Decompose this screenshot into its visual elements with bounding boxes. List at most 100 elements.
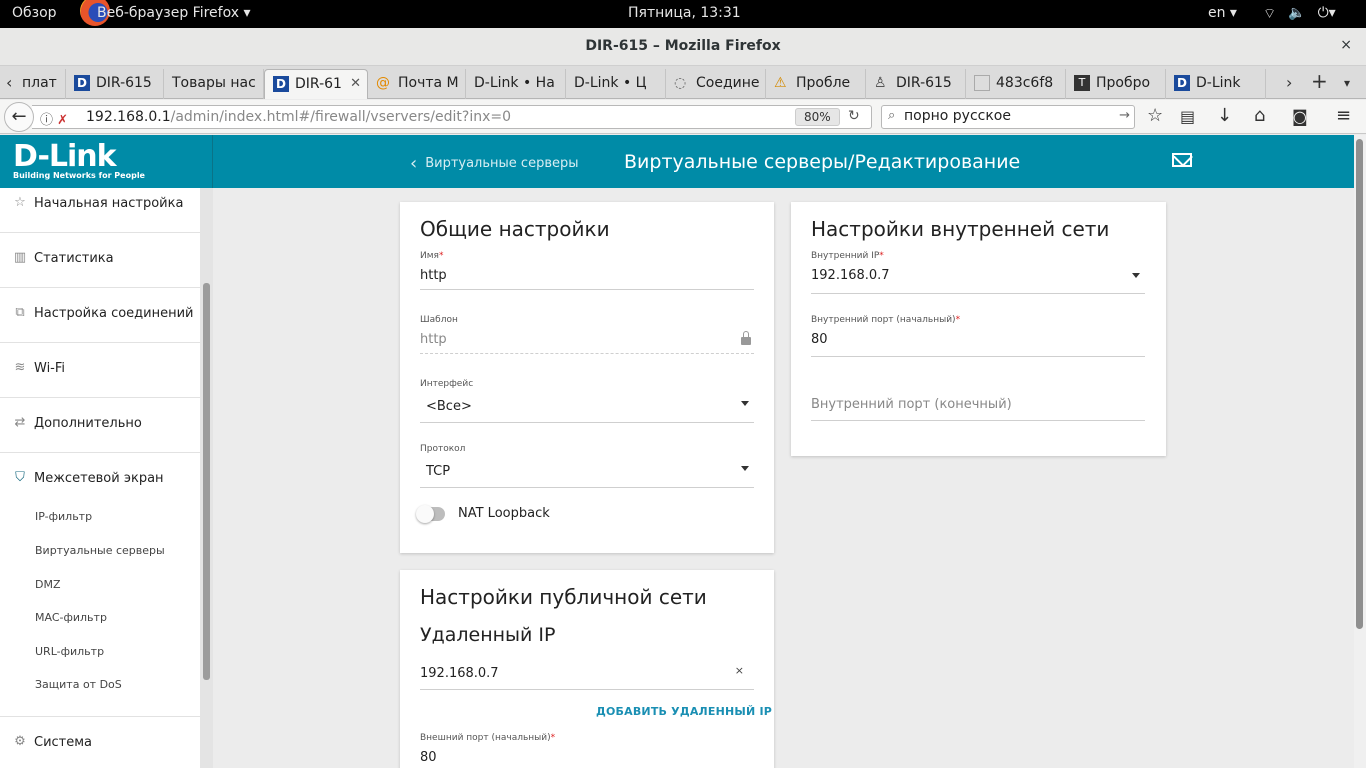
- tab[interactable]: D D-Link: [1166, 69, 1266, 99]
- url-text[interactable]: 192.168.0.1/admin/index.html#/firewall/v…: [86, 109, 511, 125]
- internal-network-card: Настройки внутренней сети Внутренний IP*…: [791, 202, 1166, 456]
- sidebar-item-wifi[interactable]: ≋ Wi-Fi: [0, 343, 200, 398]
- tab-list-icon[interactable]: ▾: [1344, 76, 1350, 90]
- tab[interactable]: Товары нас: [164, 69, 264, 99]
- sidebar-item-label: Статистика: [34, 251, 114, 266]
- chevron-left-icon: ‹: [410, 153, 418, 174]
- sidebar-item-connections[interactable]: ⧉ Настройка соединений: [0, 288, 200, 343]
- tab[interactable]: T Пробро: [1066, 69, 1166, 99]
- shield-icon: ⛉: [15, 470, 25, 485]
- tab-label: D-Link • Ha: [474, 75, 555, 91]
- tab[interactable]: 483c6f8: [966, 69, 1066, 99]
- tab[interactable]: ⚠ Пробле: [766, 69, 866, 99]
- tab-label: DIR-615: [96, 75, 152, 91]
- reading-list-icon[interactable]: ▤: [1180, 107, 1195, 126]
- home-icon[interactable]: ⌂: [1254, 105, 1265, 126]
- sidebar-scrollbar[interactable]: [200, 188, 213, 768]
- tab[interactable]: D DIR-615: [66, 69, 164, 99]
- tab[interactable]: ◌ Соедине: [666, 69, 766, 99]
- field-underline: [420, 289, 754, 290]
- download-icon[interactable]: ↓: [1217, 105, 1232, 126]
- sidebar-item-system[interactable]: ⚙ Система: [0, 717, 200, 768]
- nat-loopback-toggle[interactable]: [416, 505, 445, 523]
- sidebar-item-initial-setup[interactable]: ☆ Начальная настройка: [0, 178, 200, 233]
- tab[interactable]: @ Почта M: [368, 69, 466, 99]
- sidebar-item-label: Начальная настройка: [34, 196, 184, 211]
- dlink-favicon-icon: D: [74, 75, 90, 91]
- wifi-icon: ≋: [14, 360, 26, 375]
- tab-label: DIR-61: [295, 76, 342, 92]
- internal-port-start-input[interactable]: 80: [811, 332, 828, 347]
- external-port-start-input[interactable]: 80: [420, 750, 437, 765]
- search-bar[interactable]: ⌕ →: [881, 105, 1135, 129]
- tab[interactable]: ♙ DIR-615: [866, 69, 966, 99]
- window-close-button[interactable]: ×: [1340, 37, 1352, 53]
- back-button[interactable]: ←: [4, 102, 34, 132]
- sidebar-subitem-ip-filter[interactable]: IP-фильтр: [35, 510, 92, 523]
- required-marker: *: [879, 251, 884, 261]
- back-arrow-icon: ←: [11, 106, 27, 127]
- dlink-favicon-icon: D: [273, 76, 289, 92]
- menu-icon[interactable]: ≡: [1336, 105, 1351, 126]
- reload-icon[interactable]: ↻: [848, 108, 860, 124]
- wifi-status-icon: ⌔: [1263, 6, 1277, 22]
- tab[interactable]: D-Link • Ha: [466, 69, 566, 99]
- window-title: DIR-615 – Mozilla Firefox: [585, 38, 781, 54]
- page-scroll-thumb[interactable]: [1356, 139, 1363, 629]
- page-viewport: D-Link Building Networks for People ‹ Вир…: [0, 135, 1354, 768]
- sidebar-subitem-virtual-servers[interactable]: Виртуальные серверы: [35, 544, 165, 557]
- clock[interactable]: Пятница, 13:31: [628, 5, 741, 21]
- system-status-menu[interactable]: ⌔ 🔈 ⏻▾: [1263, 5, 1336, 23]
- toggle-knob: [416, 505, 434, 523]
- mail-icon[interactable]: [1172, 153, 1192, 167]
- url-bar[interactable]: ⓘ ✗ 192.168.0.1/admin/index.html#/firewa…: [32, 105, 872, 129]
- new-tab-icon[interactable]: +: [1311, 69, 1328, 93]
- field-label: Внешний порт (начальный)*: [420, 733, 555, 743]
- search-go-icon[interactable]: →: [1119, 108, 1130, 123]
- sidebar-subitem-dmz[interactable]: DMZ: [35, 578, 61, 591]
- nat-loopback-label: NAT Loopback: [458, 506, 550, 521]
- sidebar-item-label: Дополнительно: [34, 416, 142, 431]
- sidebar-subitem-url-filter[interactable]: URL-фильтр: [35, 645, 104, 658]
- field-label: Шаблон: [420, 315, 458, 325]
- sidebar-item-label: Настройка соединений: [34, 306, 194, 321]
- sidebar-scroll-thumb[interactable]: [203, 283, 210, 680]
- zoom-indicator[interactable]: 80%: [795, 108, 840, 126]
- field-underline: [811, 293, 1145, 294]
- tab-label: Товары нас: [172, 75, 256, 91]
- add-remote-ip-button[interactable]: ДОБАВИТЬ УДАЛЕННЫЙ IP: [596, 705, 772, 718]
- template-value: http: [420, 332, 447, 347]
- activities-button[interactable]: Обзор: [12, 5, 57, 21]
- internal-port-end-input[interactable]: Внутренний порт (конечный): [811, 397, 1012, 412]
- tab-label: DIR-615: [896, 75, 952, 91]
- tab[interactable]: плат: [14, 69, 66, 99]
- field-label: Протокол: [420, 444, 466, 454]
- sidebar-item-advanced[interactable]: ⇄ Дополнительно: [0, 398, 200, 453]
- sidebar-item-label: Система: [34, 735, 93, 750]
- sidebar-subitem-mac-filter[interactable]: MAC-фильтр: [35, 611, 107, 624]
- page-scrollbar[interactable]: [1354, 135, 1366, 768]
- tab-close-icon[interactable]: ✕: [350, 76, 361, 91]
- tab[interactable]: D-Link • Ц: [566, 69, 666, 99]
- bookmark-star-icon[interactable]: ☆: [1147, 105, 1163, 126]
- field-underline: [811, 356, 1145, 357]
- clear-icon[interactable]: ×: [735, 664, 744, 677]
- search-input[interactable]: [904, 108, 1104, 124]
- tabs-scroll-right-icon[interactable]: ›: [1286, 73, 1292, 92]
- keyboard-layout[interactable]: en ▾: [1208, 5, 1237, 21]
- bar-chart-icon: ▥: [13, 250, 27, 265]
- remote-ip-input[interactable]: 192.168.0.7: [420, 666, 499, 681]
- name-input[interactable]: http: [420, 268, 447, 283]
- breadcrumb-back[interactable]: ‹ Виртуальные серверы: [410, 153, 579, 174]
- tabs-scroll-left-icon[interactable]: ‹: [6, 73, 12, 92]
- app-menu[interactable]: Веб-браузер Firefox ▾: [97, 5, 251, 21]
- tab-active[interactable]: D DIR-61 ✕: [264, 69, 368, 99]
- pocket-icon[interactable]: ◙: [1292, 107, 1308, 126]
- sidebar-subitem-dos-protection[interactable]: Защита от DoS: [35, 678, 122, 691]
- url-host: 192.168.0.1: [86, 109, 171, 125]
- tab-strip: ‹ плат D DIR-615 Товары нас D DIR-61 ✕ @ Поч…: [0, 66, 1366, 99]
- sidebar-item-statistics[interactable]: ▥ Статистика: [0, 233, 200, 288]
- sidebar-item-firewall[interactable]: ⛉ Межсетевой экран IP-фильтр Виртуальные…: [0, 453, 200, 717]
- site-info-icon[interactable]: ⓘ ✗: [40, 109, 68, 128]
- protocol-value: TCP: [426, 464, 451, 479]
